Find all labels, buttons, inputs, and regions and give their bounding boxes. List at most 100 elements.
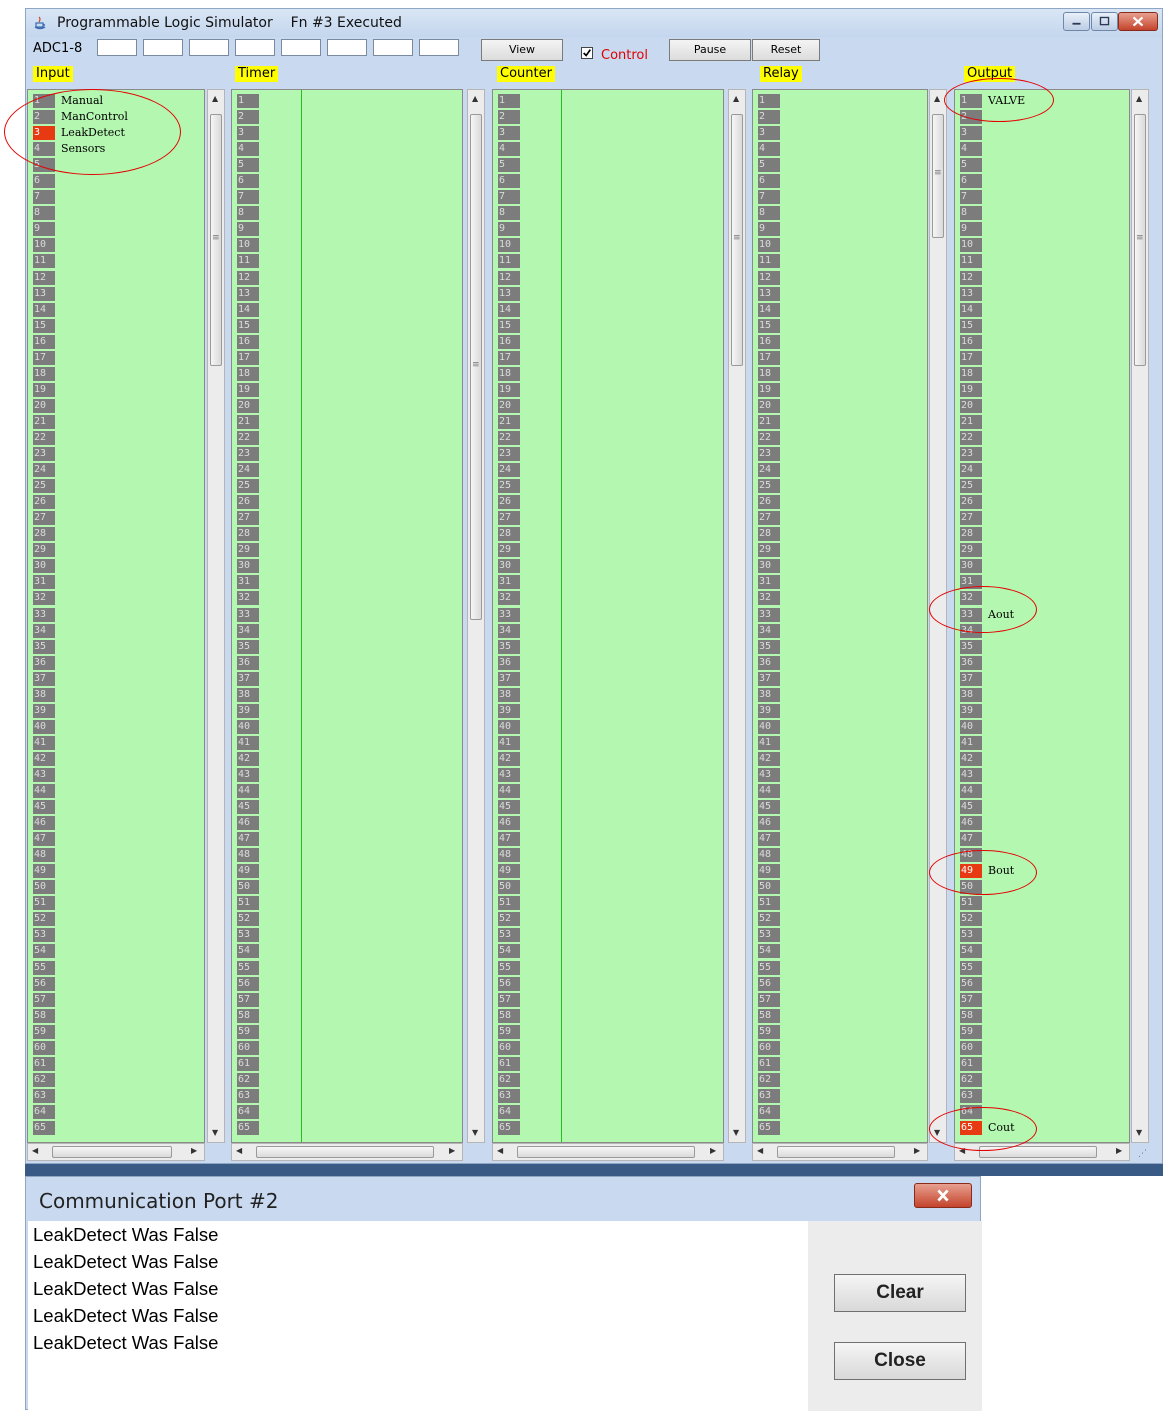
row-number[interactable]: 23 (498, 447, 520, 462)
row-number[interactable]: 1 (498, 94, 520, 108)
scroll-left-icon[interactable]: ◀ (236, 1146, 242, 1155)
row-number[interactable]: 26 (237, 495, 259, 510)
row-number[interactable]: 52 (758, 912, 780, 927)
row-number[interactable]: 39 (758, 703, 780, 718)
resize-grip-icon[interactable]: ⋰ (1138, 1149, 1147, 1159)
row-number[interactable]: 5 (960, 158, 982, 173)
row-number[interactable]: 28 (758, 527, 780, 542)
row-number[interactable]: 63 (33, 1088, 55, 1103)
row-number[interactable]: 63 (498, 1088, 520, 1103)
row-number[interactable]: 46 (33, 816, 55, 831)
row-number[interactable]: 24 (498, 463, 520, 478)
row-number[interactable]: 20 (960, 398, 982, 413)
row-number[interactable]: 16 (237, 334, 259, 349)
row-number[interactable]: 54 (960, 944, 982, 959)
row-number[interactable]: 53 (758, 928, 780, 943)
row-number[interactable]: 26 (33, 495, 55, 510)
row-number[interactable]: 17 (960, 350, 982, 365)
row-number[interactable]: 7 (498, 190, 520, 205)
row-number[interactable]: 40 (33, 719, 55, 734)
row-number[interactable]: 19 (498, 382, 520, 397)
row-number[interactable]: 39 (237, 703, 259, 718)
row-number[interactable]: 65 (498, 1121, 520, 1135)
adc-input-6[interactable] (327, 39, 367, 56)
row-number[interactable]: 21 (237, 414, 259, 429)
row-number[interactable]: 19 (237, 382, 259, 397)
row-number[interactable]: 45 (33, 800, 55, 815)
row-number[interactable]: 8 (498, 206, 520, 221)
row-number[interactable]: 45 (498, 800, 520, 815)
row-number[interactable]: 32 (237, 591, 259, 606)
timer-vertical-scrollbar[interactable]: ▲ ≡ ▼ (467, 89, 485, 1143)
row-number[interactable]: 35 (237, 639, 259, 654)
row-number[interactable]: 46 (960, 816, 982, 831)
row-number[interactable]: 30 (758, 559, 780, 574)
scroll-up-icon[interactable]: ▲ (472, 94, 478, 103)
row-number[interactable]: 50 (498, 880, 520, 895)
row-number[interactable]: 35 (758, 639, 780, 654)
row-number[interactable]: 31 (498, 575, 520, 590)
row-number[interactable]: 44 (758, 784, 780, 799)
row-number[interactable]: 65 (758, 1121, 780, 1135)
row-number[interactable]: 16 (498, 334, 520, 349)
row-number[interactable]: 21 (498, 414, 520, 429)
row-number[interactable]: 56 (960, 976, 982, 991)
row-number[interactable]: 36 (237, 655, 259, 670)
row-number[interactable]: 34 (33, 623, 55, 638)
row-number[interactable]: 18 (758, 366, 780, 381)
dialog-close-button[interactable] (914, 1183, 972, 1208)
row-number[interactable]: 43 (498, 767, 520, 782)
row-number[interactable]: 14 (758, 302, 780, 317)
row-number[interactable]: 52 (960, 912, 982, 927)
row-number[interactable]: 36 (758, 655, 780, 670)
scroll-down-icon[interactable]: ▼ (1136, 1128, 1142, 1137)
row-number[interactable]: 62 (237, 1072, 259, 1087)
row-number[interactable]: 64 (758, 1104, 780, 1119)
row-number[interactable]: 20 (758, 398, 780, 413)
row-number[interactable]: 8 (758, 206, 780, 221)
row-number[interactable]: 63 (758, 1088, 780, 1103)
close-button[interactable]: Close (834, 1342, 966, 1380)
row-number[interactable]: 48 (237, 848, 259, 863)
row-number[interactable]: 22 (33, 430, 55, 445)
row-number[interactable]: 53 (960, 928, 982, 943)
row-number[interactable]: 23 (237, 447, 259, 462)
row-number[interactable]: 49 (758, 864, 780, 879)
row-number[interactable]: 46 (498, 816, 520, 831)
row-number[interactable]: 29 (33, 543, 55, 558)
row-number[interactable]: 60 (498, 1040, 520, 1055)
row-number[interactable]: 50 (758, 880, 780, 895)
row-number[interactable]: 55 (237, 960, 259, 975)
row-number[interactable]: 61 (498, 1056, 520, 1071)
row-number[interactable]: 37 (960, 671, 982, 686)
row-number[interactable]: 38 (498, 687, 520, 702)
row-number[interactable]: 16 (33, 334, 55, 349)
adc-input-7[interactable] (373, 39, 413, 56)
pause-button[interactable]: Pause (669, 39, 751, 61)
row-number[interactable]: 48 (758, 848, 780, 863)
row-number[interactable]: 41 (237, 735, 259, 750)
row-number[interactable]: 16 (758, 334, 780, 349)
row-number[interactable]: 54 (33, 944, 55, 959)
row-number[interactable]: 17 (758, 350, 780, 365)
row-number[interactable]: 18 (498, 366, 520, 381)
row-number[interactable]: 57 (33, 992, 55, 1007)
row-number[interactable]: 45 (960, 800, 982, 815)
row-number[interactable]: 33 (758, 607, 780, 622)
scroll-right-icon[interactable]: ▶ (710, 1146, 716, 1155)
row-number[interactable]: 41 (498, 735, 520, 750)
row-number[interactable]: 4 (960, 142, 982, 157)
row-number[interactable]: 47 (960, 832, 982, 847)
counter-horizontal-scrollbar[interactable]: ◀ ▶ (492, 1143, 724, 1161)
row-number[interactable]: 5 (498, 158, 520, 173)
row-number[interactable]: 14 (33, 302, 55, 317)
row-number[interactable]: 31 (758, 575, 780, 590)
row-number[interactable]: 40 (237, 719, 259, 734)
row-number[interactable]: 13 (758, 286, 780, 301)
row-number[interactable]: 41 (758, 735, 780, 750)
row-number[interactable]: 14 (498, 302, 520, 317)
row-number[interactable]: 7 (960, 190, 982, 205)
row-number[interactable]: 12 (33, 270, 55, 285)
row-number[interactable]: 15 (960, 318, 982, 333)
scroll-up-icon[interactable]: ▲ (212, 94, 218, 103)
